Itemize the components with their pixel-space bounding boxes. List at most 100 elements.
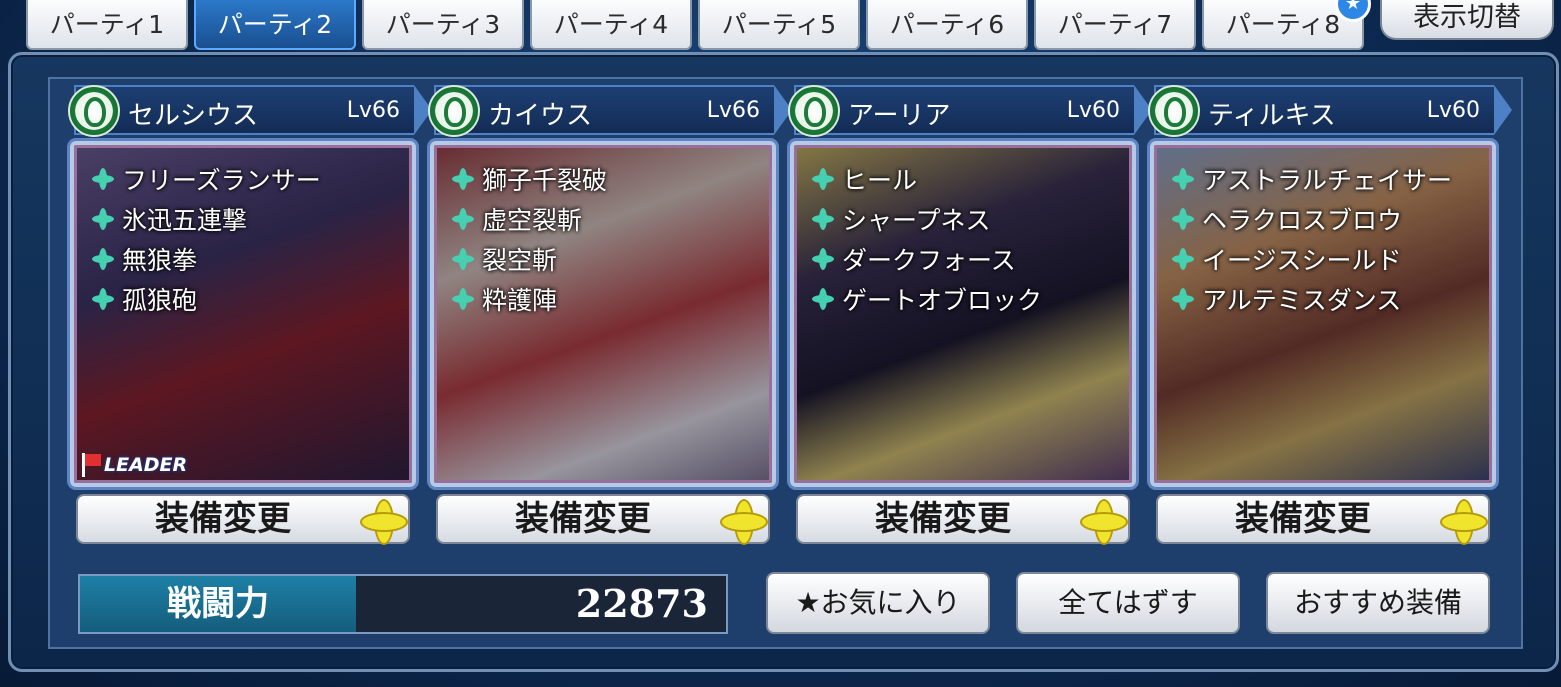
skill-item: ダークフォース [812, 239, 1042, 279]
remove-all-button[interactable]: 全てはずす [1016, 572, 1240, 634]
equip-change-label: 装備変更 [1235, 499, 1371, 539]
skill-item: 虚空裂斬 [452, 199, 607, 239]
character-portrait-4[interactable]: アストラルチェイサー ヘラクロスブロウ イージスシールド アルテミスダンス [1150, 141, 1496, 487]
character-level: Lv60 [1066, 98, 1120, 123]
skill-icon [812, 288, 834, 310]
combat-power-display: 戦闘力 22873 [78, 574, 728, 634]
character-name: セルシウス [128, 101, 259, 131]
skill-icon [452, 288, 474, 310]
equip-change-button-1[interactable]: 装備変更 [76, 494, 410, 545]
equip-cross-icon [720, 499, 768, 545]
skill-item: 裂空斬 [452, 239, 607, 279]
equip-change-label: 装備変更 [515, 499, 651, 539]
character-level: Lv66 [346, 98, 400, 123]
character-portrait-1[interactable]: フリーズランサー 氷迅五連撃 無狼拳 孤狼砲 LEADER [70, 141, 416, 487]
skill-item: イージスシールド [1172, 239, 1452, 279]
skill-item: 孤狼砲 [92, 279, 321, 319]
tab-party-4[interactable]: パーティ4 [530, 0, 692, 50]
skill-item: 粋護陣 [452, 279, 607, 319]
skill-item: 獅子千裂破 [452, 159, 607, 199]
skill-icon [452, 248, 474, 270]
skill-icon [92, 248, 114, 270]
skill-name: 孤狼砲 [122, 286, 198, 315]
equip-change-button-3[interactable]: 装備変更 [796, 494, 1130, 545]
skill-list: ヒール シャープネス ダークフォース ゲートオブロック [812, 159, 1042, 319]
character-level: Lv60 [1426, 98, 1480, 123]
skill-item: ゲートオブロック [812, 279, 1042, 319]
combat-power-value: 22873 [575, 581, 708, 626]
skill-icon [452, 168, 474, 190]
leader-label: LEADER [104, 454, 188, 476]
element-emblem-icon [788, 85, 840, 137]
skill-name: 無狼拳 [122, 246, 198, 275]
equip-cross-icon [1440, 499, 1488, 545]
skill-name: ダークフォース [842, 246, 1016, 275]
skill-icon [452, 208, 474, 230]
equip-change-label: 装備変更 [155, 499, 291, 539]
skill-icon [1172, 288, 1194, 310]
skill-icon [1172, 248, 1194, 270]
character-name: カイウス [488, 101, 593, 131]
skill-item: アルテミスダンス [1172, 279, 1452, 319]
character-header-1: セルシウス Lv66 [68, 85, 432, 137]
tab-party-7[interactable]: パーティ7 [1034, 0, 1196, 50]
tab-party-1[interactable]: パーティ1 [26, 0, 188, 50]
skill-item: ヘラクロスブロウ [1172, 199, 1452, 239]
character-header-3: アーリア Lv60 [788, 85, 1152, 137]
tab-party-6[interactable]: パーティ6 [866, 0, 1028, 50]
skill-icon [92, 288, 114, 310]
equip-change-label: 装備変更 [875, 499, 1011, 539]
skill-item: シャープネス [812, 199, 1042, 239]
recommended-equip-button[interactable]: おすすめ装備 [1266, 572, 1490, 634]
favorite-button[interactable]: ★お気に入り [766, 572, 990, 634]
character-level: Lv66 [706, 98, 760, 123]
skill-name: フリーズランサー [122, 166, 321, 195]
tab-party-3[interactable]: パーティ3 [362, 0, 524, 50]
skill-name: 裂空斬 [482, 246, 558, 275]
skill-name: ゲートオブロック [842, 286, 1043, 315]
equip-cross-icon [360, 499, 408, 545]
skill-name: イージスシールド [1202, 246, 1402, 275]
skill-list: 獅子千裂破 虚空裂斬 裂空斬 粋護陣 [452, 159, 607, 319]
display-toggle-button[interactable]: 表示切替 [1380, 0, 1554, 40]
tab-party-2[interactable]: パーティ2 [194, 0, 356, 50]
skill-name: 粋護陣 [482, 286, 558, 315]
skill-name: ヘラクロスブロウ [1202, 206, 1403, 235]
character-portrait-2[interactable]: 獅子千裂破 虚空裂斬 裂空斬 粋護陣 [430, 141, 776, 487]
element-emblem-icon [68, 85, 120, 137]
skill-name: 獅子千裂破 [482, 166, 608, 195]
skill-icon [1172, 168, 1194, 190]
skill-list: アストラルチェイサー ヘラクロスブロウ イージスシールド アルテミスダンス [1172, 159, 1452, 319]
skill-name: アストラルチェイサー [1202, 166, 1453, 195]
combat-power-label: 戦闘力 [80, 576, 356, 632]
skill-item: 無狼拳 [92, 239, 321, 279]
character-header-2: カイウス Lv66 [428, 85, 792, 137]
tab-party-5[interactable]: パーティ5 [698, 0, 860, 50]
skill-icon [812, 168, 834, 190]
chevron-right-icon [1494, 85, 1512, 135]
element-emblem-icon [428, 85, 480, 137]
equip-change-button-4[interactable]: 装備変更 [1156, 494, 1490, 545]
flag-icon [80, 453, 102, 477]
equip-change-button-2[interactable]: 装備変更 [436, 494, 770, 545]
character-name: アーリア [848, 101, 951, 131]
skill-name: 虚空裂斬 [482, 206, 583, 235]
party-tabs: パーティ1 パーティ2 パーティ3 パーティ4 パーティ5 パーティ6 パーティ… [26, 0, 1366, 52]
character-header-4: ティルキス Lv60 [1148, 85, 1512, 137]
skill-item: 氷迅五連撃 [92, 199, 321, 239]
skill-name: ヒール [842, 166, 918, 195]
element-emblem-icon [1148, 85, 1200, 137]
skill-name: シャープネス [842, 206, 991, 235]
leader-badge: LEADER [80, 453, 187, 477]
skill-item: アストラルチェイサー [1172, 159, 1452, 199]
skill-icon [812, 248, 834, 270]
skill-list: フリーズランサー 氷迅五連撃 無狼拳 孤狼砲 [92, 159, 321, 319]
skill-name: 氷迅五連撃 [122, 206, 248, 235]
character-name: ティルキス [1208, 101, 1336, 131]
equip-cross-icon [1080, 499, 1128, 545]
skill-item: フリーズランサー [92, 159, 321, 199]
skill-icon [92, 168, 114, 190]
skill-name: アルテミスダンス [1202, 286, 1402, 315]
skill-icon [92, 208, 114, 230]
character-portrait-3[interactable]: ヒール シャープネス ダークフォース ゲートオブロック [790, 141, 1136, 487]
